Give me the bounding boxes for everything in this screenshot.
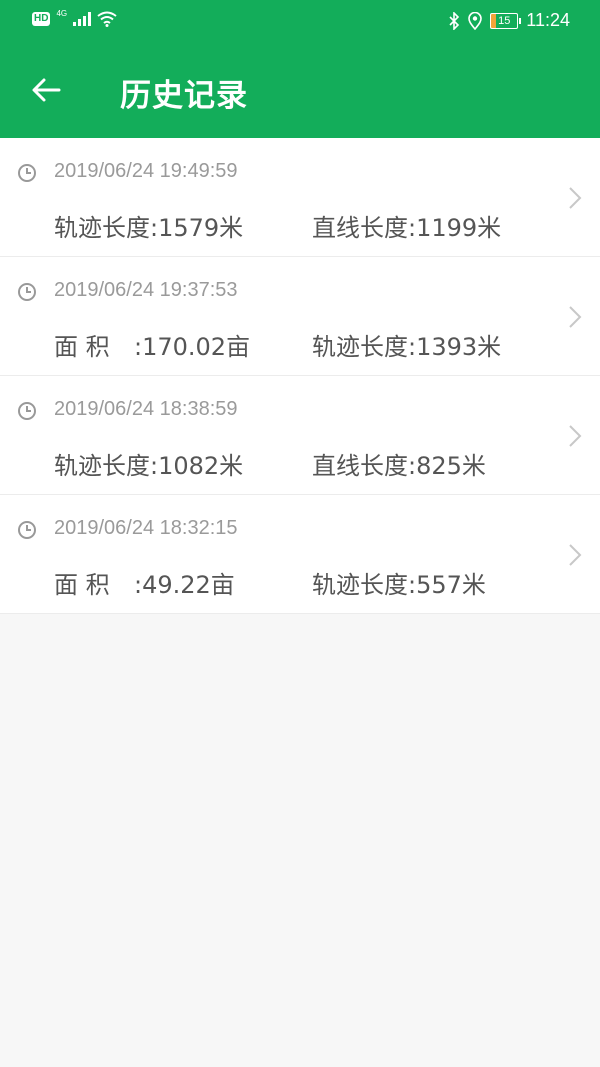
history-list: 2019/06/24 19:49:59 轨迹长度:1579米 直线长度:1199… bbox=[0, 138, 600, 614]
stat-value: :1199米 bbox=[408, 214, 502, 242]
status-left: HD 4G bbox=[32, 8, 117, 27]
record-stat: 轨迹长度:1579米 bbox=[54, 208, 243, 243]
record-stat: 面 积 :49.22亩 bbox=[54, 565, 235, 600]
clock-icon bbox=[18, 521, 36, 539]
clock-icon bbox=[18, 283, 36, 301]
stat-value: :170.02亩 bbox=[134, 333, 251, 361]
record-stat: 轨迹长度:1082米 bbox=[54, 446, 243, 481]
stat-value: :1393米 bbox=[408, 333, 502, 361]
stat-label: 面 积 bbox=[54, 333, 110, 361]
stat-label: 面 积 bbox=[54, 571, 110, 599]
clock-icon bbox=[18, 402, 36, 420]
stat-value: :1082米 bbox=[150, 452, 244, 480]
chevron-right-icon bbox=[569, 187, 582, 209]
chevron-right-icon bbox=[569, 306, 582, 328]
back-button[interactable] bbox=[26, 70, 66, 110]
record-stat: 轨迹长度:1393米 bbox=[312, 327, 501, 362]
record-datetime: 2019/06/24 18:38:59 bbox=[54, 398, 238, 420]
wifi-icon bbox=[97, 11, 117, 27]
record-stat: 轨迹长度:557米 bbox=[312, 565, 486, 600]
record-datetime: 2019/06/24 18:32:15 bbox=[54, 517, 238, 539]
clock-time: 11:24 bbox=[526, 10, 570, 30]
chevron-right-icon bbox=[569, 425, 582, 447]
stat-label: 轨迹长度 bbox=[54, 214, 150, 242]
back-arrow-icon bbox=[32, 78, 61, 102]
record-datetime: 2019/06/24 19:37:53 bbox=[54, 279, 238, 301]
bluetooth-icon bbox=[449, 11, 460, 30]
hd-badge: HD bbox=[32, 12, 51, 26]
stat-label: 直线长度 bbox=[312, 452, 408, 480]
app-bar: HD 4G 15 11:24 历史记录 bbox=[0, 0, 600, 138]
record-datetime: 2019/06/24 19:49:59 bbox=[54, 160, 238, 182]
signal-icon bbox=[73, 12, 92, 26]
record-stat: 面 积 :170.02亩 bbox=[54, 327, 250, 362]
record-stat: 直线长度:825米 bbox=[312, 446, 486, 481]
location-icon bbox=[468, 11, 483, 30]
history-item[interactable]: 2019/06/24 19:37:53 面 积 :170.02亩 轨迹长度:139… bbox=[0, 257, 600, 376]
stat-value: :825米 bbox=[408, 452, 486, 480]
stat-value: :49.22亩 bbox=[134, 571, 235, 599]
stat-label: 轨迹长度 bbox=[312, 571, 408, 599]
stat-value: :557米 bbox=[408, 571, 486, 599]
battery-icon: 15 bbox=[490, 12, 522, 29]
network-type: 4G bbox=[56, 8, 68, 18]
record-stat: 直线长度:1199米 bbox=[312, 208, 501, 243]
stat-label: 直线长度 bbox=[312, 214, 408, 242]
clock-icon bbox=[18, 164, 36, 182]
status-right: 15 11:24 bbox=[448, 10, 570, 31]
history-item[interactable]: 2019/06/24 18:32:15 面 积 :49.22亩 轨迹长度:557米 bbox=[0, 495, 600, 614]
page-title: 历史记录 bbox=[120, 78, 248, 114]
chevron-right-icon bbox=[569, 544, 582, 566]
history-item[interactable]: 2019/06/24 19:49:59 轨迹长度:1579米 直线长度:1199… bbox=[0, 138, 600, 257]
battery-level: 15 bbox=[498, 14, 511, 27]
stat-value: :1579米 bbox=[150, 214, 244, 242]
history-item[interactable]: 2019/06/24 18:38:59 轨迹长度:1082米 直线长度:825米 bbox=[0, 376, 600, 495]
status-bar: HD 4G 15 11:24 bbox=[0, 0, 600, 44]
stat-label: 轨迹长度 bbox=[54, 452, 150, 480]
title-bar: 历史记录 bbox=[0, 44, 600, 138]
stat-label: 轨迹长度 bbox=[312, 333, 408, 361]
